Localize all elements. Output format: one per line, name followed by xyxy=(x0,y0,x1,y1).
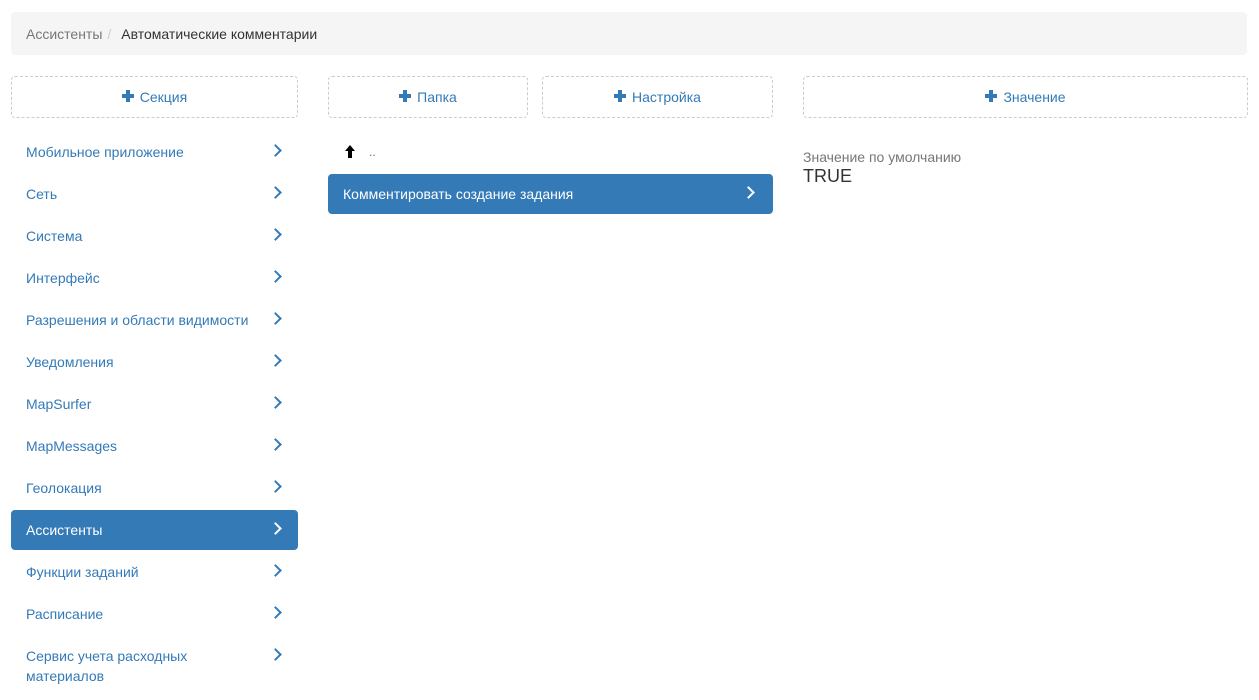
sidebar-item-label: Разрешения и области видимости xyxy=(26,312,249,328)
sidebar-item-label: Сеть xyxy=(26,186,58,202)
add-setting-button[interactable]: Настройка xyxy=(542,76,773,118)
plus-icon xyxy=(399,90,412,102)
sidebar-item-schedule[interactable]: Расписание xyxy=(11,594,298,634)
sidebar-item-label: Сервис учета расходных материалов xyxy=(26,648,188,684)
arrow-up-icon xyxy=(343,144,357,160)
sidebar-item-consumables-service[interactable]: Сервис учета расходных материалов xyxy=(11,636,298,695)
parent-folder-label: .. xyxy=(369,145,376,159)
chevron-right-icon xyxy=(742,186,755,199)
plus-icon xyxy=(614,90,627,102)
setting-item-comment-task-creation[interactable]: Комментировать создание задания xyxy=(328,174,773,214)
sidebar-item-label: Ассистенты xyxy=(26,522,103,538)
plus-icon xyxy=(121,90,134,102)
chevron-right-icon xyxy=(269,480,282,493)
chevron-right-icon xyxy=(269,396,282,409)
chevron-right-icon xyxy=(269,522,282,535)
sidebar-item-geolocation[interactable]: Геолокация xyxy=(11,468,298,508)
add-folder-button[interactable]: Папка xyxy=(328,76,528,118)
sidebar-item-network[interactable]: Сеть xyxy=(11,174,298,214)
add-folder-label: Папка xyxy=(417,89,457,105)
chevron-right-icon xyxy=(269,312,282,325)
sidebar-item-notifications[interactable]: Уведомления xyxy=(11,342,298,382)
add-value-label: Значение xyxy=(1003,89,1066,105)
sidebar-item-system[interactable]: Система xyxy=(11,216,298,256)
add-section-label: Секция xyxy=(139,89,188,105)
sidebar-section-list: Мобильное приложение Сеть Система Интерф… xyxy=(11,132,298,697)
sidebar-item-label: Интерфейс xyxy=(26,270,100,286)
breadcrumb-current: Автоматические комментарии xyxy=(121,25,318,42)
add-value-button[interactable]: Значение xyxy=(803,76,1248,118)
chevron-right-icon xyxy=(269,144,282,157)
sidebar-item-assistants[interactable]: Ассистенты xyxy=(11,510,298,550)
sidebar-item-label: Уведомления xyxy=(26,354,114,370)
default-value: TRUE xyxy=(803,166,852,186)
sidebar-item-permissions[interactable]: Разрешения и области видимости xyxy=(11,300,298,340)
chevron-right-icon xyxy=(269,186,282,199)
sidebar-item-label: Мобильное приложение xyxy=(26,144,184,160)
sidebar-item-label: Геолокация xyxy=(26,480,102,496)
chevron-right-icon xyxy=(269,564,282,577)
breadcrumb: Ассистенты / Автоматические комментарии xyxy=(11,12,1247,55)
add-setting-label: Настройка xyxy=(632,89,701,105)
add-section-button[interactable]: Секция xyxy=(11,76,298,118)
sidebar-item-label: Расписание xyxy=(26,606,104,622)
chevron-right-icon xyxy=(269,438,282,451)
default-value-label: Значение по умолчанию xyxy=(803,149,962,165)
setting-item-label: Комментировать создание задания xyxy=(343,186,574,202)
parent-folder-link[interactable]: .. xyxy=(343,142,376,162)
breadcrumb-parent-link[interactable]: Ассистенты xyxy=(26,26,102,42)
chevron-right-icon xyxy=(269,354,282,367)
sidebar-item-mapsurfer[interactable]: MapSurfer xyxy=(11,384,298,424)
sidebar-item-task-functions[interactable]: Функции заданий xyxy=(11,552,298,592)
sidebar-item-label: Система xyxy=(26,228,83,244)
sidebar-item-interface[interactable]: Интерфейс xyxy=(11,258,298,298)
chevron-right-icon xyxy=(269,228,282,241)
sidebar-item-label: Функции заданий xyxy=(26,564,139,580)
sidebar-item-label: MapMessages xyxy=(26,438,118,454)
plus-icon xyxy=(985,90,998,102)
chevron-right-icon xyxy=(269,270,282,283)
chevron-right-icon xyxy=(269,606,282,619)
sidebar-item-mapmessages[interactable]: MapMessages xyxy=(11,426,298,466)
sidebar-item-label: MapSurfer xyxy=(26,396,92,412)
breadcrumb-separator: / xyxy=(107,25,112,42)
sidebar-item-mobile-app[interactable]: Мобильное приложение xyxy=(11,132,298,172)
chevron-right-icon xyxy=(269,648,282,661)
